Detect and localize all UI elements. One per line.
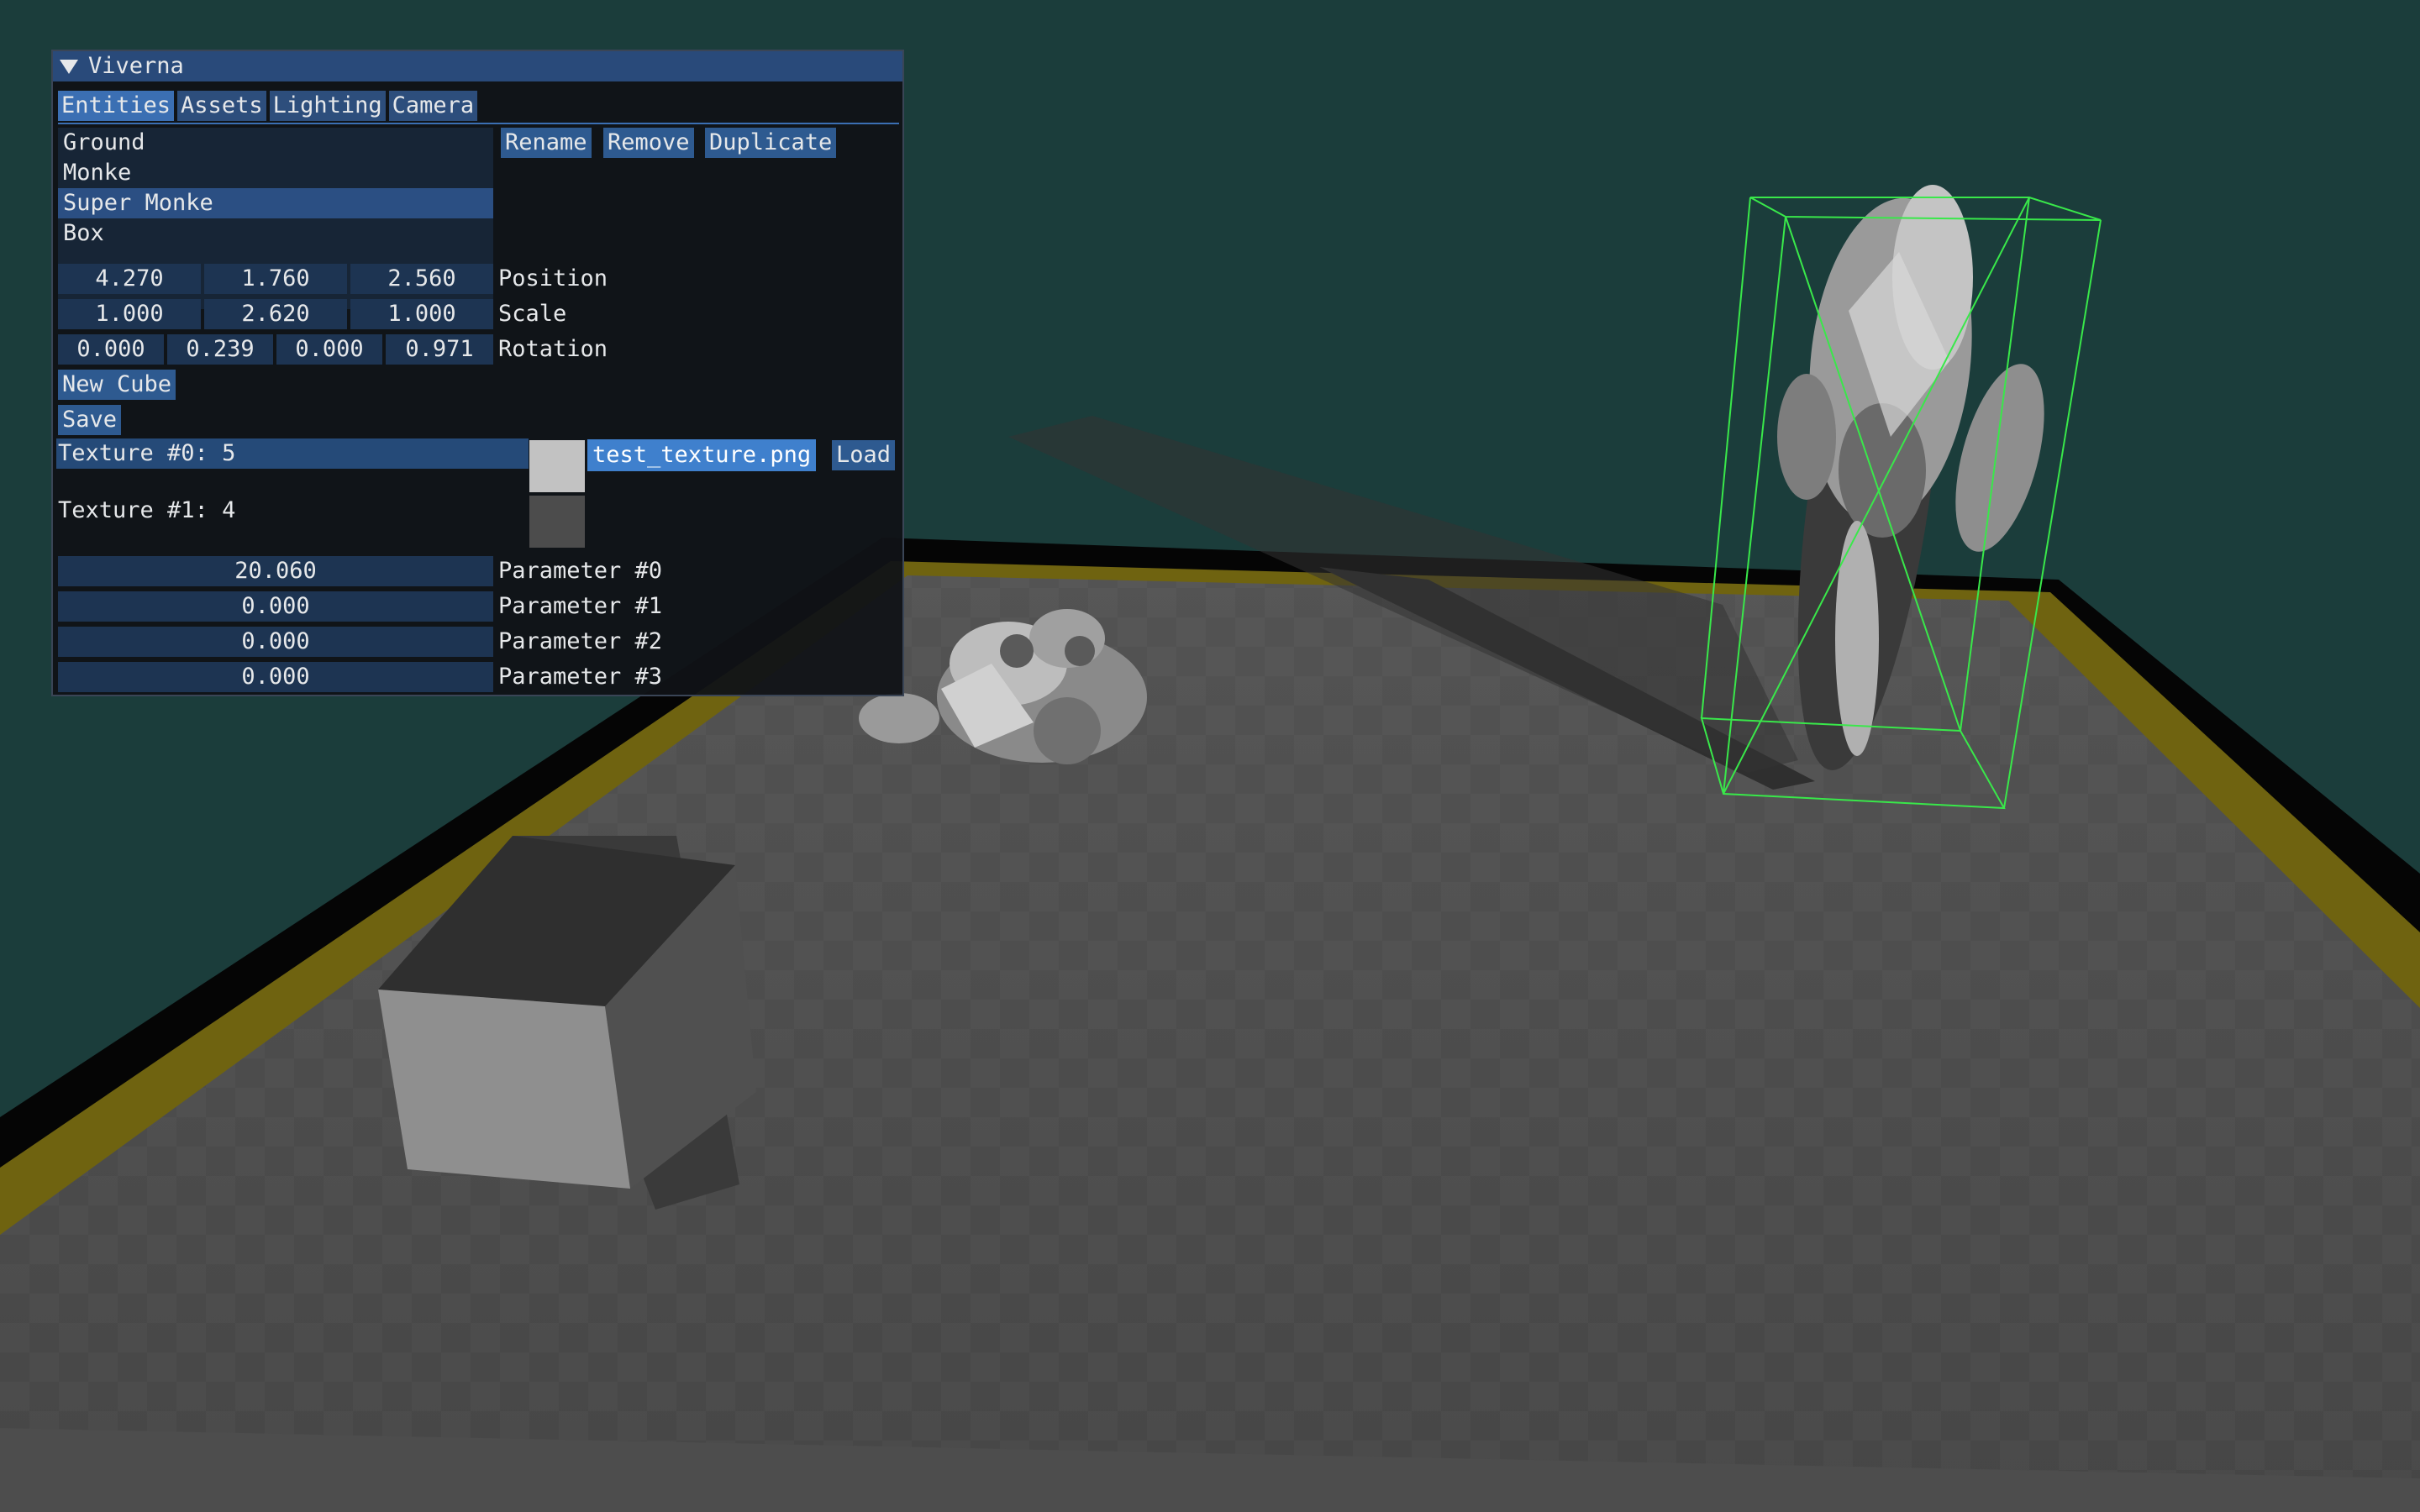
position-y-field[interactable]: 1.760 — [204, 264, 347, 294]
texture-file-field[interactable]: test_texture.png — [587, 439, 817, 471]
parameter-0-label: Parameter #0 — [498, 558, 663, 584]
texture-1-row[interactable]: Texture #1: 4 — [56, 496, 529, 526]
tab-underline — [58, 123, 899, 124]
tab-assets[interactable]: Assets — [177, 91, 266, 121]
duplicate-button[interactable]: Duplicate — [705, 128, 837, 158]
tab-camera[interactable]: Camera — [388, 91, 478, 121]
rotation-x-field[interactable]: 0.000 — [58, 334, 164, 365]
tab-lighting[interactable]: Lighting — [269, 91, 386, 121]
save-button[interactable]: Save — [58, 405, 122, 435]
rotation-y-field[interactable]: 0.239 — [167, 334, 273, 365]
load-button[interactable]: Load — [832, 440, 896, 470]
parameter-2-field[interactable]: 0.000 — [58, 627, 493, 657]
parameter-0-field[interactable]: 20.060 — [58, 556, 493, 586]
scale-z-field[interactable]: 1.000 — [350, 299, 493, 329]
rotation-w-field[interactable]: 0.971 — [386, 334, 493, 365]
tab-bar: Entities Assets Lighting Camera — [58, 91, 478, 121]
remove-button[interactable]: Remove — [603, 128, 694, 158]
parameter-3-label: Parameter #3 — [498, 664, 663, 690]
entity-item-ground[interactable]: Ground — [58, 128, 493, 158]
window-titlebar[interactable]: Viverna — [53, 51, 902, 81]
scale-y-field[interactable]: 2.620 — [204, 299, 347, 329]
entity-item-monke[interactable]: Monke — [58, 158, 493, 188]
texture-0-row[interactable]: Texture #0: 5 — [56, 438, 529, 469]
rotation-label: Rotation — [498, 336, 608, 362]
parameter-1-field[interactable]: 0.000 — [58, 591, 493, 622]
window-title: Viverna — [88, 53, 184, 79]
parameter-2-label: Parameter #2 — [498, 628, 663, 654]
rotation-z-field[interactable]: 0.000 — [276, 334, 382, 365]
triangle-down-icon[interactable] — [60, 59, 78, 74]
scale-x-field[interactable]: 1.000 — [58, 299, 201, 329]
viverna-window[interactable]: Viverna Entities Assets Lighting Camera … — [51, 50, 904, 696]
position-label: Position — [498, 265, 608, 291]
new-cube-button[interactable]: New Cube — [58, 370, 176, 400]
tab-entities[interactable]: Entities — [58, 91, 175, 121]
position-x-field[interactable]: 4.270 — [58, 264, 201, 294]
rename-button[interactable]: Rename — [501, 128, 592, 158]
texture-1-swatch[interactable] — [529, 496, 585, 548]
parameter-3-field[interactable]: 0.000 — [58, 662, 493, 692]
scale-label: Scale — [498, 301, 567, 327]
cube-front — [378, 990, 630, 1189]
entity-item-super-monke[interactable]: Super Monke — [58, 188, 493, 218]
entity-item-box[interactable]: Box — [58, 218, 493, 249]
position-z-field[interactable]: 2.560 — [350, 264, 493, 294]
texture-0-swatch[interactable] — [529, 440, 585, 492]
parameter-1-label: Parameter #1 — [498, 593, 663, 619]
